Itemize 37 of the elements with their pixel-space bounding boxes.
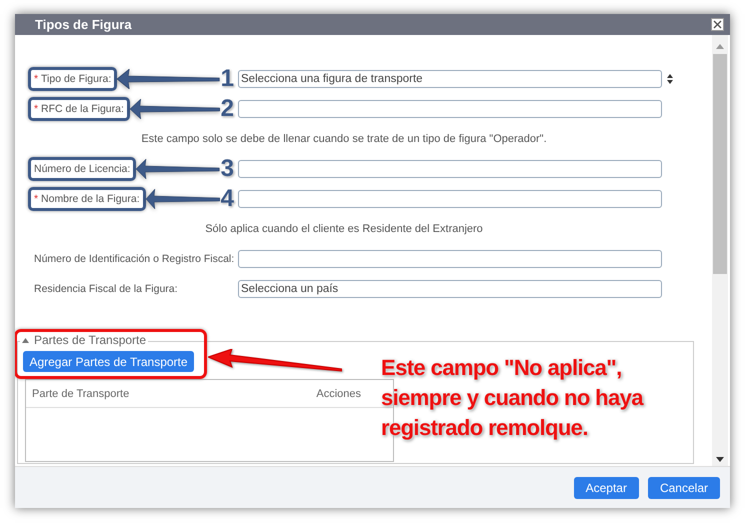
window-title: Tipos de Figura <box>35 17 132 32</box>
section-title: Partes de Transporte <box>34 333 146 347</box>
input-field[interactable] <box>238 190 662 208</box>
add-button[interactable]: Agregar Partes de Transporte <box>23 351 194 372</box>
scroll-down-icon[interactable] <box>716 457 724 462</box>
arrow-icon <box>136 159 220 179</box>
callout-number: 1 <box>220 67 234 91</box>
field-label: Número de Licencia: <box>28 157 136 181</box>
scroll-up-icon[interactable] <box>716 44 724 49</box>
arrow-icon <box>130 99 220 119</box>
callout-number: 4 <box>220 187 234 211</box>
column-header: Acciones <box>316 388 361 400</box>
collapse-icon[interactable] <box>22 338 29 342</box>
scrollbar[interactable] <box>712 35 728 466</box>
field-label: * Tipo de Figura: <box>28 67 118 91</box>
column-header: Parte de Transporte <box>32 388 130 400</box>
hint-text: Sólo aplica cuando el cliente es Residente del Extranjero <box>205 223 483 235</box>
input-field[interactable] <box>238 160 662 178</box>
field-label: * RFC de la Figura: <box>28 97 130 121</box>
annotation-text: Este campo "No aplica", siempre y cuando no haya registrado remolque. <box>381 354 643 442</box>
arrow-icon <box>117 69 220 89</box>
hint-text: Este campo solo se debe de llenar cuando se trate de un tipo de figura "Operador". <box>141 133 547 145</box>
dialog-button[interactable]: Cancelar <box>648 476 720 498</box>
input-field[interactable]: Selecciona un país <box>238 280 662 298</box>
spinner-icon[interactable] <box>666 73 674 85</box>
close-icon[interactable] <box>711 18 724 31</box>
dialog-button[interactable]: Aceptar <box>574 476 639 498</box>
input-field[interactable] <box>238 250 662 268</box>
arrow-icon <box>208 349 342 373</box>
callout-number: 3 <box>220 157 234 181</box>
input-field[interactable] <box>238 100 662 118</box>
callout-number: 2 <box>220 97 234 121</box>
field-label: Residencia Fiscal de la Figura: <box>33 282 179 297</box>
arrow-icon <box>146 189 220 209</box>
field-label: Número de Identificación o Registro Fiscal: <box>33 252 236 267</box>
field-label: * Nombre de la Figura: <box>28 187 146 211</box>
select-field[interactable]: Selecciona una figura de transporte <box>238 70 662 88</box>
